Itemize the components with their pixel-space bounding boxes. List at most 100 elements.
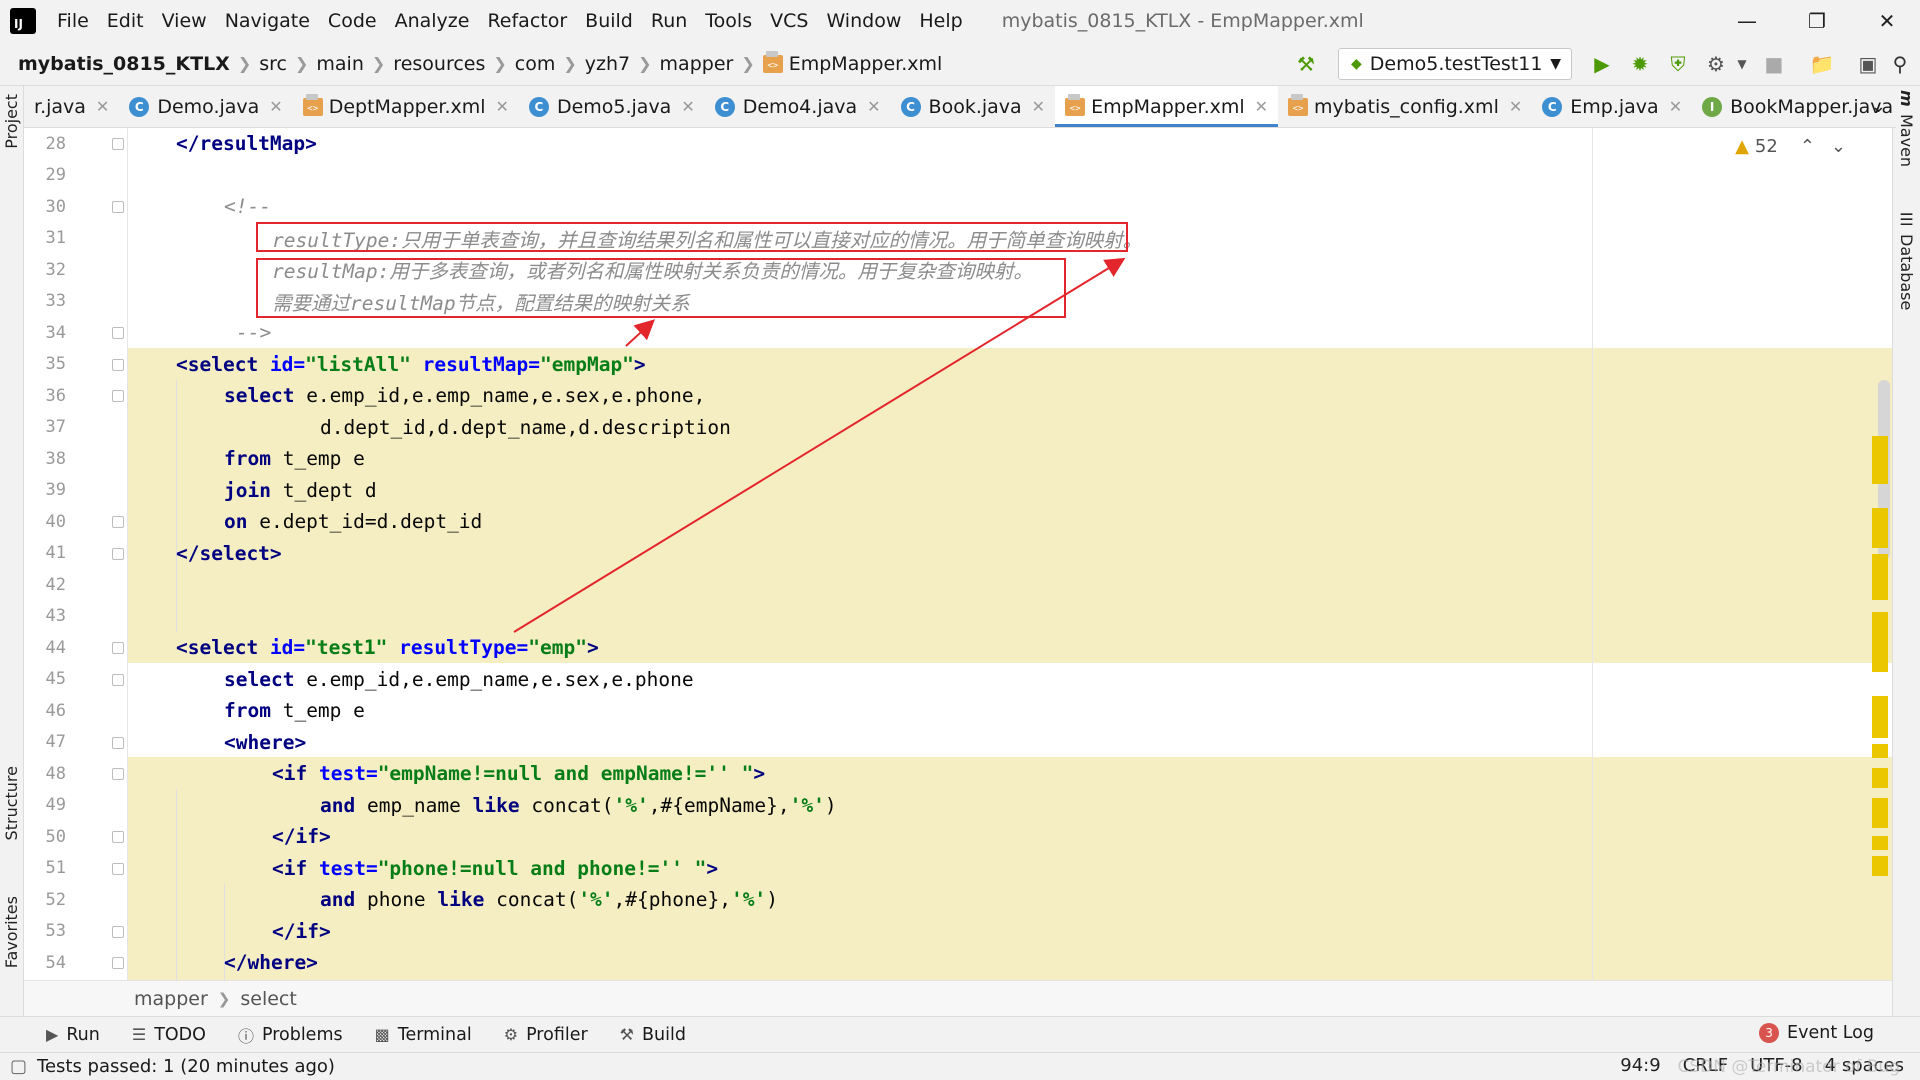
menu-file[interactable]: File <box>48 0 98 42</box>
close-icon[interactable]: ✕ <box>1669 97 1682 116</box>
profile-icon[interactable]: ⚙ <box>1702 50 1730 78</box>
menu-code[interactable]: Code <box>319 0 386 42</box>
breadcrumb-select[interactable]: select <box>240 988 296 1010</box>
error-stripe[interactable] <box>1870 128 1892 980</box>
chevron-down-icon[interactable]: ▼ <box>1728 50 1756 78</box>
run-tool-button[interactable]: ▶ Run <box>46 1025 100 1045</box>
project-structure-icon[interactable]: 📁 <box>1808 50 1836 78</box>
todo-tool-button[interactable]: ☰ TODO <box>132 1025 206 1045</box>
close-icon[interactable]: ✕ <box>269 97 282 116</box>
build-hammer-icon[interactable]: ⚒ <box>1292 50 1320 78</box>
tab-bookmapper-java[interactable]: IBookMapper.java✕ <box>1692 86 1896 127</box>
search-icon[interactable]: ⚲ <box>1886 50 1914 78</box>
close-icon[interactable]: ✕ <box>867 97 880 116</box>
layout-toggle-icon[interactable]: ▢ <box>10 1056 27 1077</box>
menu-run[interactable]: Run <box>642 0 696 42</box>
fold-marker-icon[interactable] <box>112 327 124 339</box>
fold-marker-icon[interactable] <box>112 673 124 686</box>
fold-marker-icon[interactable] <box>112 516 124 528</box>
menu-view[interactable]: View <box>153 0 216 42</box>
close-icon[interactable]: ✕ <box>1255 97 1268 116</box>
fold-marker-icon[interactable] <box>112 957 124 969</box>
change-marker <box>1872 836 1888 850</box>
project-panel-toggle[interactable]: Project <box>2 94 21 149</box>
tab-demo-java[interactable]: C Demo.java ✕ <box>119 86 292 127</box>
chevron-down-icon[interactable]: ⌄ <box>1871 96 1886 117</box>
nav-main[interactable]: main <box>310 53 369 75</box>
close-icon[interactable]: ✕ <box>1509 97 1522 116</box>
nav-src[interactable]: src <box>253 53 293 75</box>
database-panel-toggle[interactable]: Database <box>1897 234 1916 310</box>
menu-window[interactable]: Window <box>817 0 910 42</box>
fold-marker-icon[interactable] <box>112 547 124 560</box>
fold-marker-icon[interactable] <box>112 390 124 402</box>
menu-refactor[interactable]: Refactor <box>478 0 576 42</box>
caret-position[interactable]: 94:9 <box>1620 1055 1660 1076</box>
stop-icon[interactable]: ■ <box>1760 50 1788 78</box>
menu-analyze[interactable]: Analyze <box>386 0 479 42</box>
profiler-tool-button[interactable]: ⚙ Profiler <box>504 1025 588 1045</box>
line-number: 46 <box>45 700 66 721</box>
tab-mybatis-config-xml[interactable]: <> mybatis_config.xml ✕ <box>1278 86 1532 127</box>
maven-panel-toggle[interactable]: Maven <box>1897 114 1916 167</box>
code-text: select e.emp_id,e.emp_name,e.sex,e.phone… <box>224 384 706 408</box>
tool-label: Profiler <box>526 1024 588 1045</box>
run-config-selector[interactable]: ◆ Demo5.testTest11 ▼ <box>1338 48 1572 80</box>
fold-marker-icon[interactable] <box>112 642 124 654</box>
structure-panel-toggle[interactable]: Structure <box>2 766 21 840</box>
close-window-button[interactable]: ✕ <box>1852 0 1920 42</box>
debug-icon[interactable]: ✹ <box>1626 50 1654 78</box>
fold-marker-icon[interactable] <box>112 831 124 843</box>
tab-emp-java[interactable]: C Emp.java ✕ <box>1532 86 1692 127</box>
nav-mapper[interactable]: mapper <box>654 53 740 75</box>
status-message[interactable]: Tests passed: 1 (20 minutes ago) <box>37 1056 335 1077</box>
fold-marker-icon[interactable] <box>112 138 124 150</box>
build-tool-button[interactable]: ⚒ Build <box>620 1025 686 1045</box>
tab-demo5-java[interactable]: C Demo5.java ✕ <box>519 86 705 127</box>
menu-navigate[interactable]: Navigate <box>216 0 319 42</box>
tab-demo4-java[interactable]: C Demo4.java ✕ <box>705 86 891 127</box>
chevron-down-icon[interactable]: ⌄ <box>1831 136 1846 157</box>
coverage-icon[interactable]: ⛨ <box>1664 50 1692 78</box>
fold-marker-icon[interactable] <box>112 358 124 371</box>
nav-project[interactable]: mybatis_0815_KTLX <box>0 53 236 75</box>
nav-file[interactable]: <> EmpMapper.xml <box>757 50 949 75</box>
favorites-panel-toggle[interactable]: Favorites <box>2 896 21 968</box>
code-text: </where> <box>224 951 318 975</box>
nav-yzh7[interactable]: yzh7 <box>579 53 636 75</box>
menu-vcs[interactable]: VCS <box>761 0 817 42</box>
fold-marker-icon[interactable] <box>112 862 124 875</box>
chevron-up-icon[interactable]: ⌃ <box>1800 136 1815 157</box>
nav-resources[interactable]: resources <box>387 53 491 75</box>
change-marker <box>1872 696 1888 738</box>
fold-marker-icon[interactable] <box>112 201 124 213</box>
tab-book-java[interactable]: C Book.java ✕ <box>891 86 1056 127</box>
close-icon[interactable]: ✕ <box>96 97 109 116</box>
tab-deptmapper-xml[interactable]: <> DeptMapper.xml ✕ <box>293 86 519 127</box>
fold-marker-icon[interactable] <box>112 736 124 749</box>
breadcrumb-mapper[interactable]: mapper <box>134 988 208 1010</box>
code-line: 38 from t_emp e <box>24 443 1892 475</box>
event-log-label: Event Log <box>1787 1023 1874 1043</box>
inspection-widget[interactable]: ▲ 52 ⌃ ⌄ <box>1735 136 1846 157</box>
code-editor[interactable]: 28 </resultMap> 29 30 <!-- 31 resultType… <box>24 128 1892 980</box>
close-icon[interactable]: ✕ <box>681 97 694 116</box>
nav-com[interactable]: com <box>509 53 562 75</box>
event-log-button[interactable]: 3 Event Log <box>1759 1023 1874 1043</box>
close-icon[interactable]: ✕ <box>496 97 509 116</box>
restore-button[interactable]: ❐ <box>1782 0 1852 42</box>
tab-r-java[interactable]: r.java ✕ <box>24 86 119 127</box>
window-layout-icon[interactable]: ▣ <box>1854 50 1882 78</box>
close-icon[interactable]: ✕ <box>1032 97 1045 116</box>
menu-tools[interactable]: Tools <box>696 0 761 42</box>
fold-marker-icon[interactable] <box>112 925 124 938</box>
problems-tool-button[interactable]: ⓘ Problems <box>238 1023 343 1047</box>
terminal-tool-button[interactable]: ▩ Terminal <box>375 1025 472 1045</box>
fold-marker-icon[interactable] <box>112 768 124 780</box>
tab-empmapper-xml[interactable]: <> EmpMapper.xml ✕ <box>1055 86 1279 127</box>
run-icon[interactable]: ▶ <box>1588 50 1616 78</box>
menu-build[interactable]: Build <box>576 0 642 42</box>
menu-edit[interactable]: Edit <box>98 0 153 42</box>
menu-help[interactable]: Help <box>910 0 971 42</box>
minimize-button[interactable]: — <box>1712 0 1782 42</box>
